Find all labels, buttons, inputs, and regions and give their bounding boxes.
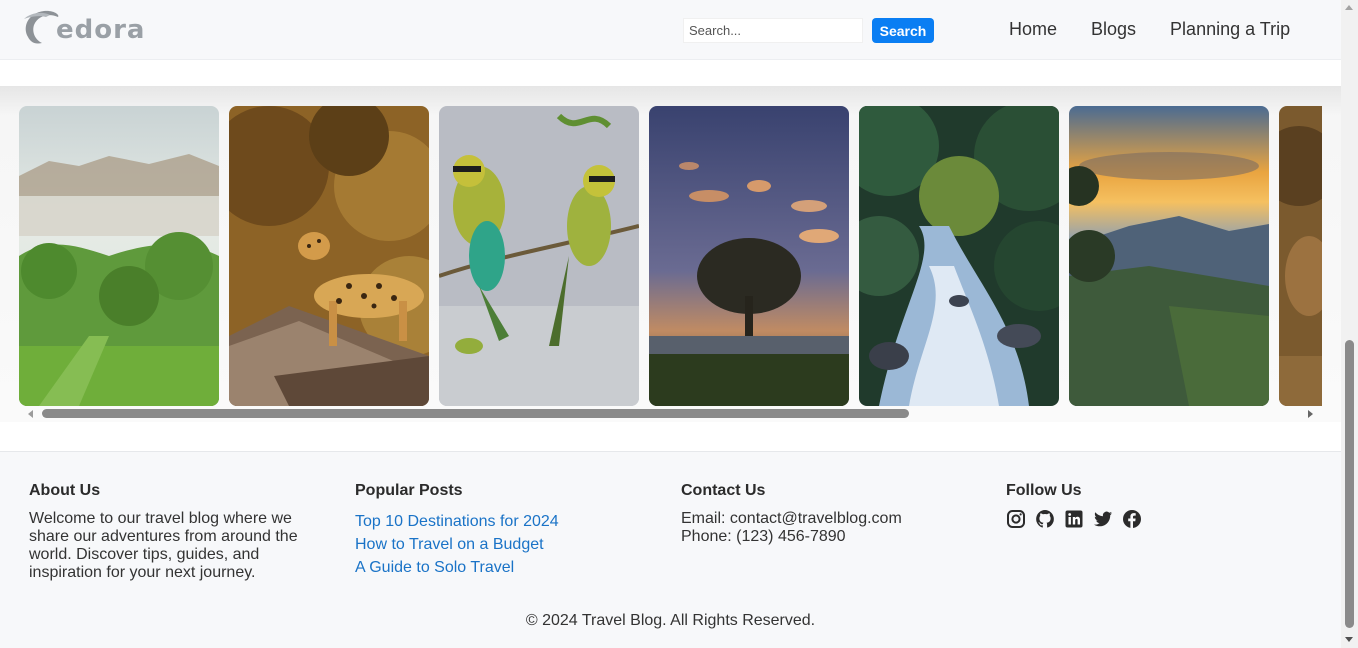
about-text: Welcome to our travel blog where we shar… (29, 510, 298, 581)
gallery-horizontal-scrollbar[interactable] (19, 407, 1322, 419)
page-scrollbar-thumb[interactable] (1345, 340, 1354, 628)
scroll-down-arrow-icon[interactable] (1345, 637, 1353, 642)
search-form: Search (683, 18, 934, 43)
contact-email: Email: contact@travelblog.com (681, 510, 902, 527)
twitter-icon[interactable] (1093, 509, 1113, 529)
scroll-left-arrow-icon[interactable] (28, 410, 33, 418)
footer-about: About Us Welcome to our travel blog wher… (29, 482, 319, 582)
gallery-strip[interactable] (19, 106, 1322, 406)
popular-posts-heading: Popular Posts (355, 482, 463, 499)
facebook-icon[interactable] (1122, 509, 1142, 529)
logo-text: edora (56, 15, 146, 45)
gallery-image-birds[interactable] (439, 106, 639, 406)
site-footer: About Us Welcome to our travel blog wher… (0, 451, 1341, 648)
gallery-image-deer[interactable] (1279, 106, 1322, 406)
about-heading: About Us (29, 482, 101, 499)
search-button[interactable]: Search (872, 18, 934, 43)
copyright-text: © 2024 Travel Blog. All Rights Reserved. (525, 612, 816, 629)
scrollbar-thumb[interactable] (42, 409, 909, 418)
contact-heading: Contact Us (681, 482, 766, 499)
site-logo[interactable]: edora (20, 7, 145, 47)
github-icon[interactable] (1035, 509, 1055, 529)
footer-contact: Contact Us Email: contact@travelblog.com… (681, 482, 971, 546)
footer-follow: Follow Us (1006, 482, 1296, 529)
nav-home[interactable]: Home (1009, 18, 1057, 40)
post-link-top-destinations[interactable]: Top 10 Destinations for 2024 (355, 510, 645, 533)
scroll-right-arrow-icon[interactable] (1308, 410, 1313, 418)
site-header: edora Search Home Blogs Planning a Trip (0, 0, 1341, 60)
footer-popular-posts: Popular Posts Top 10 Destinations for 20… (355, 482, 645, 579)
gallery-image-mountain-sunset[interactable] (1069, 106, 1269, 406)
gallery-image-river[interactable] (859, 106, 1059, 406)
contact-phone: Phone: (123) 456-7890 (681, 528, 846, 545)
post-link-budget-travel[interactable]: How to Travel on a Budget (355, 533, 645, 556)
nav-planning-a-trip[interactable]: Planning a Trip (1170, 18, 1290, 40)
linkedin-icon[interactable] (1064, 509, 1084, 529)
nav-blogs[interactable]: Blogs (1091, 18, 1136, 40)
scroll-up-arrow-icon[interactable] (1345, 5, 1353, 10)
gallery-image-misty-forest[interactable] (19, 106, 219, 406)
main-nav: Home Blogs Planning a Trip (1009, 18, 1324, 40)
gallery-image-lone-tree[interactable] (649, 106, 849, 406)
post-link-solo-travel[interactable]: A Guide to Solo Travel (355, 556, 645, 579)
page-vertical-scrollbar[interactable] (1341, 0, 1358, 648)
instagram-icon[interactable] (1006, 509, 1026, 529)
social-links (1006, 509, 1296, 529)
follow-heading: Follow Us (1006, 482, 1082, 499)
gallery-image-leopard[interactable] (229, 106, 429, 406)
photo-gallery (0, 86, 1341, 422)
search-input[interactable] (683, 18, 863, 43)
